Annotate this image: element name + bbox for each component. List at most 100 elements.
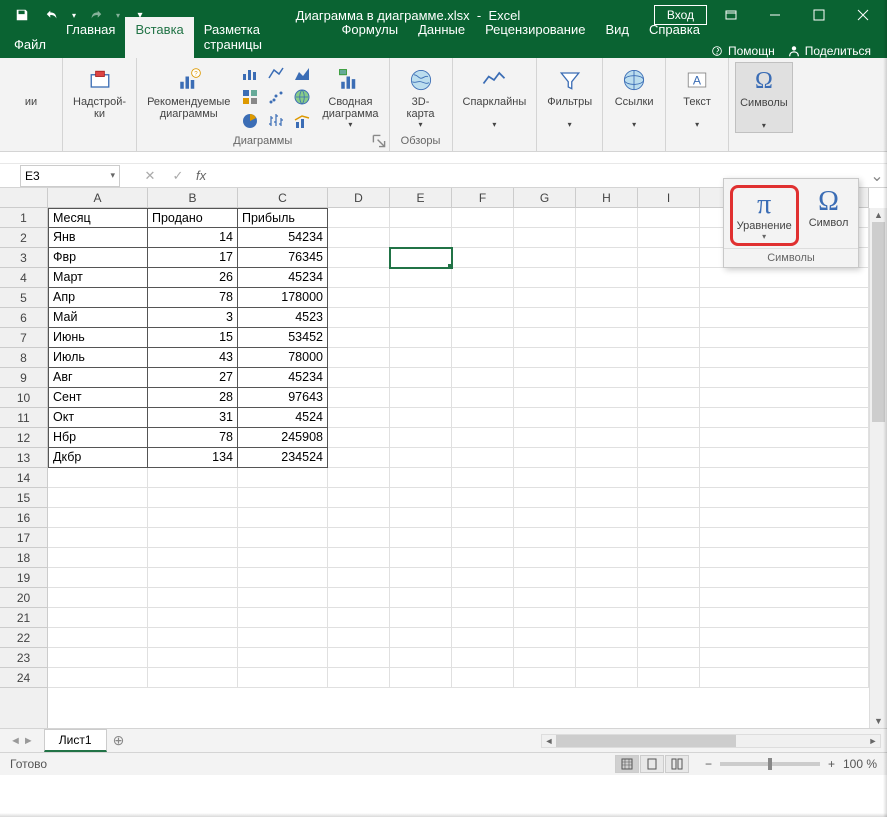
cell-H23[interactable] [576, 648, 638, 668]
cell-F24[interactable] [452, 668, 514, 688]
cell-I15[interactable] [638, 488, 700, 508]
cell-B20[interactable] [148, 588, 238, 608]
cell-G16[interactable] [514, 508, 576, 528]
row-header-3[interactable]: 3 [0, 248, 47, 268]
cell-E11[interactable] [390, 408, 452, 428]
cell-E7[interactable] [390, 328, 452, 348]
cell-D5[interactable] [328, 288, 390, 308]
cell-A13[interactable]: Дкбр [48, 448, 148, 468]
cell-G14[interactable] [514, 468, 576, 488]
cell-D6[interactable] [328, 308, 390, 328]
cell-D10[interactable] [328, 388, 390, 408]
col-header-A[interactable]: A [48, 188, 148, 207]
cell-A2[interactable]: Янв [48, 228, 148, 248]
cell-D12[interactable] [328, 428, 390, 448]
redo-icon[interactable] [82, 1, 110, 29]
redo-dropdown-icon[interactable]: ▾ [112, 1, 124, 29]
cell-I8[interactable] [638, 348, 700, 368]
row-header-4[interactable]: 4 [0, 268, 47, 288]
row-header-10[interactable]: 10 [0, 388, 47, 408]
cell-B5[interactable]: 78 [148, 288, 238, 308]
cell-I5[interactable] [638, 288, 700, 308]
col-header-I[interactable]: I [638, 188, 700, 207]
cell-H7[interactable] [576, 328, 638, 348]
cell-F11[interactable] [452, 408, 514, 428]
cell-B14[interactable] [148, 468, 238, 488]
cell-G10[interactable] [514, 388, 576, 408]
cell-F2[interactable] [452, 228, 514, 248]
cell-G5[interactable] [514, 288, 576, 308]
cell-E3[interactable] [390, 248, 452, 268]
cell-H16[interactable] [576, 508, 638, 528]
cell-D17[interactable] [328, 528, 390, 548]
cell-F10[interactable] [452, 388, 514, 408]
cell-D1[interactable] [328, 208, 390, 228]
close-icon[interactable] [843, 0, 883, 30]
cell-H18[interactable] [576, 548, 638, 568]
hscroll-thumb[interactable] [556, 735, 736, 747]
expand-formula-bar-icon[interactable]: ⌄ [867, 166, 887, 186]
cell-D8[interactable] [328, 348, 390, 368]
cell-H14[interactable] [576, 468, 638, 488]
cell-B22[interactable] [148, 628, 238, 648]
cell-F21[interactable] [452, 608, 514, 628]
cell-F23[interactable] [452, 648, 514, 668]
cell-H13[interactable] [576, 448, 638, 468]
cell-A8[interactable]: Июль [48, 348, 148, 368]
cell-C24[interactable] [238, 668, 328, 688]
cell-F6[interactable] [452, 308, 514, 328]
cell-A6[interactable]: Май [48, 308, 148, 328]
col-header-E[interactable]: E [390, 188, 452, 207]
cell-E2[interactable] [390, 228, 452, 248]
cell-B15[interactable] [148, 488, 238, 508]
cell-G1[interactable] [514, 208, 576, 228]
cell-G9[interactable] [514, 368, 576, 388]
cell-H17[interactable] [576, 528, 638, 548]
tell-me-button[interactable]: Помощн [710, 44, 775, 58]
cell-A16[interactable] [48, 508, 148, 528]
cell-G20[interactable] [514, 588, 576, 608]
cell-D14[interactable] [328, 468, 390, 488]
cell-I19[interactable] [638, 568, 700, 588]
cell-A1[interactable]: Месяц [48, 208, 148, 228]
cell-I20[interactable] [638, 588, 700, 608]
charts-dialog-launcher-icon[interactable] [372, 134, 386, 148]
cell-A21[interactable] [48, 608, 148, 628]
cell-I17[interactable] [638, 528, 700, 548]
col-header-H[interactable]: H [576, 188, 638, 207]
cell-C12[interactable]: 245908 [238, 428, 328, 448]
cell-B8[interactable]: 43 [148, 348, 238, 368]
stock-chart-icon[interactable] [264, 110, 288, 132]
tab-Рецензирование[interactable]: Рецензирование [475, 17, 595, 58]
cell-G7[interactable] [514, 328, 576, 348]
cell-G3[interactable] [514, 248, 576, 268]
symbols-button[interactable]: Ω Символы▾ [735, 62, 793, 133]
cell-G19[interactable] [514, 568, 576, 588]
horizontal-scrollbar[interactable]: ◄ ► [541, 734, 881, 748]
cell-F3[interactable] [452, 248, 514, 268]
cell-E4[interactable] [390, 268, 452, 288]
cell-B2[interactable]: 14 [148, 228, 238, 248]
cell-I6[interactable] [638, 308, 700, 328]
pie-chart-icon[interactable] [238, 110, 262, 132]
cell-F14[interactable] [452, 468, 514, 488]
cell-C22[interactable] [238, 628, 328, 648]
cell-H21[interactable] [576, 608, 638, 628]
cell-A11[interactable]: Окт [48, 408, 148, 428]
row-header-16[interactable]: 16 [0, 508, 47, 528]
row-header-14[interactable]: 14 [0, 468, 47, 488]
cell-I16[interactable] [638, 508, 700, 528]
row-header-23[interactable]: 23 [0, 648, 47, 668]
cell-E14[interactable] [390, 468, 452, 488]
cell-G13[interactable] [514, 448, 576, 468]
cell-D15[interactable] [328, 488, 390, 508]
cell-G23[interactable] [514, 648, 576, 668]
name-box-dropdown-icon[interactable]: ▾ [110, 170, 115, 181]
cell-F18[interactable] [452, 548, 514, 568]
cell-A23[interactable] [48, 648, 148, 668]
save-icon[interactable] [8, 1, 36, 29]
cell-E13[interactable] [390, 448, 452, 468]
row-header-15[interactable]: 15 [0, 488, 47, 508]
cell-H6[interactable] [576, 308, 638, 328]
zoom-in-icon[interactable]: + [828, 757, 835, 771]
